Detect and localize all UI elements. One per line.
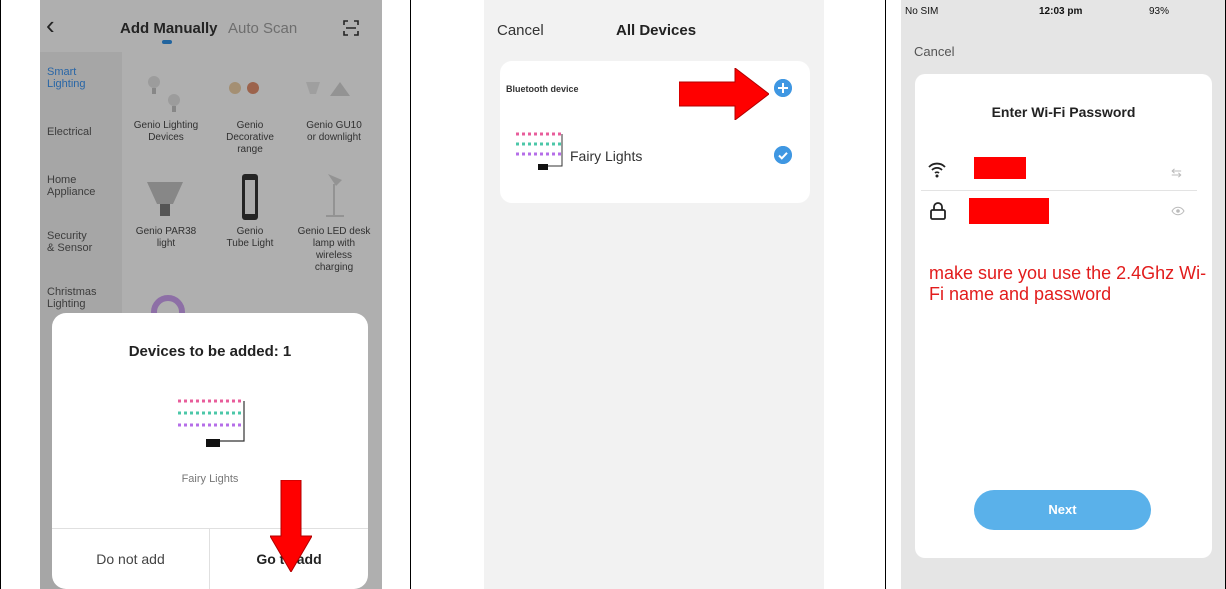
show-password-eye-icon[interactable] [1171, 206, 1185, 216]
wifi-password-screen: No SIM 12:03 pm 93% Cancel Enter Wi-Fi P… [901, 0, 1226, 589]
red-arrow-down-icon [270, 480, 312, 572]
cancel-button[interactable]: Cancel [497, 22, 544, 39]
devices-to-add-sheet: Devices to be added: 1 Fairy Lights Do n… [52, 313, 368, 589]
battery-level: 93% [1149, 6, 1170, 17]
panel-border [410, 0, 411, 589]
device-name: Fairy Lights [570, 148, 643, 164]
red-arrow-right-icon [679, 68, 769, 120]
carrier-label: No SIM [905, 6, 939, 17]
clock: 12:03 pm [1039, 6, 1083, 17]
next-button[interactable]: Next [974, 490, 1151, 530]
cancel-button[interactable]: Cancel [914, 44, 954, 59]
annotation-note: make sure you use the 2.4Ghz Wi-Fi name … [929, 263, 1207, 304]
password-redaction [969, 198, 1049, 224]
lock-icon [930, 202, 946, 220]
wifi-name-redaction [974, 157, 1026, 179]
wifi-form-card [915, 74, 1212, 558]
page-title: Enter Wi-Fi Password [991, 104, 1136, 120]
panel-border [0, 0, 1, 589]
sheet-device-name: Fairy Lights [181, 473, 239, 485]
wifi-icon [928, 162, 946, 178]
section-label: Bluetooth device [506, 84, 579, 94]
fairy-lights-icon [178, 399, 245, 447]
divider [921, 190, 1197, 191]
sheet-title: Devices to be added: 1 [128, 343, 292, 360]
status-bar: No SIM 12:03 pm 93% [901, 0, 1226, 30]
panel-border [885, 0, 886, 589]
divider [52, 528, 368, 529]
do-not-add-button[interactable]: Do not add [52, 551, 209, 567]
all-devices-screen: Cancel All Devices Bluetooth device Fair… [484, 0, 824, 589]
page-title: All Devices [616, 22, 697, 39]
fairy-lights-icon [516, 132, 563, 170]
add-plus-icon[interactable] [774, 79, 792, 97]
switch-network-icon[interactable]: ⇆ [1171, 165, 1182, 181]
add-device-screen: ‹ Add Manually Auto Scan Smart Lighting … [40, 0, 382, 589]
check-icon[interactable] [774, 146, 792, 164]
